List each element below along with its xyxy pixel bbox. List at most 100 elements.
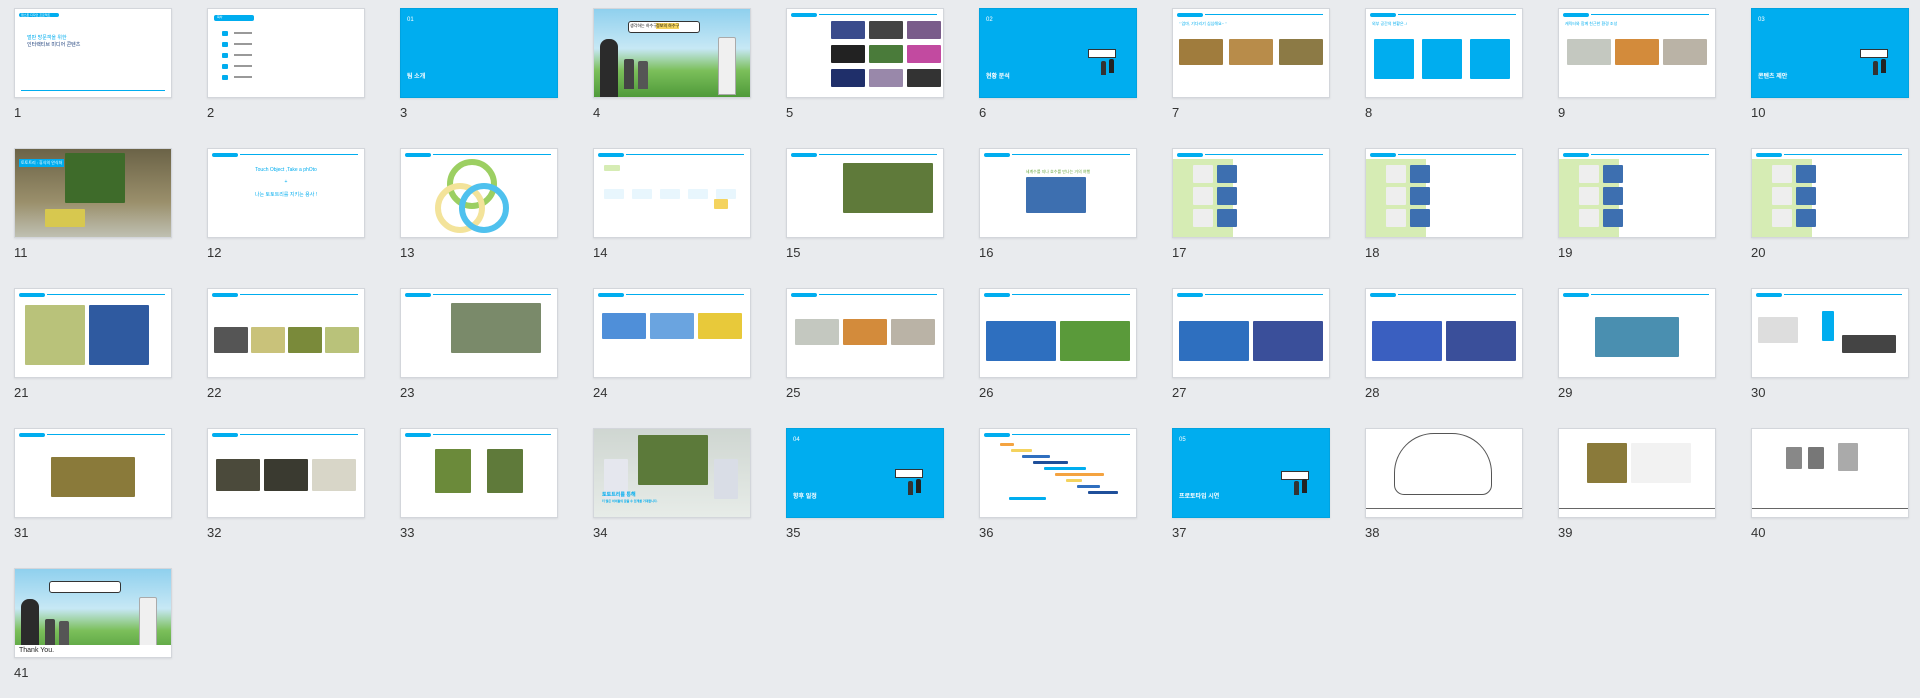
thumbnail-image xyxy=(986,321,1056,361)
thumbnail-image xyxy=(698,313,742,339)
character xyxy=(1873,61,1878,75)
slide-number: 7 xyxy=(1172,105,1180,120)
thumbnail-image xyxy=(604,165,620,171)
slide-number: 33 xyxy=(400,525,415,540)
thumbnail-image xyxy=(1044,467,1086,470)
slide-thumbnail[interactable]: " 엄마, 기다리기 심심해요~ " xyxy=(1172,8,1330,98)
thumbnail-image xyxy=(1808,447,1824,469)
thumbnail-image xyxy=(1842,335,1896,353)
thumbnail-image xyxy=(1410,209,1430,227)
slide-thumbnail[interactable]: 01 팀 소개 xyxy=(400,8,558,98)
slide-thumbnail[interactable] xyxy=(593,288,751,378)
slide-thumbnail[interactable] xyxy=(1751,288,1909,378)
slide-thumbnail[interactable]: 캡스톤 디자인 프로젝트 벌판 방문객을 위한 인터랙티브 미디어 콘텐츠 xyxy=(14,8,172,98)
slide-thumbnail[interactable] xyxy=(1365,148,1523,238)
header-line xyxy=(433,154,551,155)
slide-thumbnail[interactable]: 캐릭터와 함께 친근한 환경 조성 xyxy=(1558,8,1716,98)
slide-thumbnail[interactable] xyxy=(1558,428,1716,518)
slide-thumbnail[interactable]: Thank You. xyxy=(14,568,172,658)
slide-thumbnail-cell: 25 xyxy=(786,288,944,418)
slide-tag xyxy=(405,433,431,437)
slide-thumbnail-cell: 27 xyxy=(1172,288,1330,418)
header-line xyxy=(626,154,744,155)
slide-thumbnail[interactable]: 토토트리를 통해 더 많은 아이들의 꿈을 수 있게를 기대합니다. xyxy=(593,428,751,518)
slide-thumbnail[interactable]: 05 프로토타입 시연 xyxy=(1172,428,1330,518)
slide-thumbnail[interactable]: 02 현황 분석 xyxy=(979,8,1137,98)
slide-thumbnail[interactable]: 03 콘텐츠 제안 xyxy=(1751,8,1909,98)
slide-thumbnail-cell: 20 xyxy=(1751,148,1909,278)
slide-thumbnail[interactable] xyxy=(14,428,172,518)
slide-thumbnail[interactable] xyxy=(1751,428,1909,518)
thumbnail-image xyxy=(1422,39,1462,79)
header-line xyxy=(1012,154,1130,155)
slide-text: 인터랙티브 미디어 콘텐츠 xyxy=(27,42,81,48)
character xyxy=(1881,59,1886,73)
slide-thumbnail[interactable] xyxy=(207,288,365,378)
slide-thumbnail[interactable] xyxy=(400,148,558,238)
slide-thumbnail[interactable]: Touch Object ,Take a phOto + 나는 토토트리를 지키는 … xyxy=(207,148,365,238)
thumbnail-image xyxy=(602,313,646,339)
thumbnail-image xyxy=(487,449,523,493)
thumbnail-image xyxy=(312,459,356,491)
slide-number: 35 xyxy=(786,525,801,540)
slide-thumbnail[interactable] xyxy=(593,148,751,238)
thumbnail-image xyxy=(45,209,85,227)
slide-tag xyxy=(405,293,431,297)
slide-thumbnail[interactable] xyxy=(400,428,558,518)
slide-tag xyxy=(598,293,624,297)
slide-number: 8 xyxy=(1365,105,1373,120)
slide-text: Thank You. xyxy=(15,645,171,657)
thumbnail-image xyxy=(1077,485,1100,488)
slide-thumbnail[interactable]: 생각하는 하수구 정보의 하수구 xyxy=(593,8,751,98)
thumbnail-image xyxy=(451,303,541,353)
slide-tag xyxy=(1563,293,1589,297)
slide-thumbnail-cell: 01 팀 소개 3 xyxy=(400,8,558,138)
slide-thumbnail[interactable] xyxy=(1172,148,1330,238)
slide-number: 6 xyxy=(979,105,987,120)
header-line xyxy=(1398,294,1516,295)
slide-thumbnail[interactable] xyxy=(786,148,944,238)
character xyxy=(1101,61,1106,75)
slide-thumbnail[interactable] xyxy=(979,428,1137,518)
slide-thumbnail[interactable]: 토토트리 : 휴식의 안식처 xyxy=(14,148,172,238)
thumbnail-image xyxy=(264,459,308,491)
slide-text: 캐릭터와 함께 친근한 환경 조성 xyxy=(1565,21,1618,26)
slide-thumbnail[interactable] xyxy=(979,288,1137,378)
thumbnail-image xyxy=(1884,317,1894,325)
slide-thumbnail[interactable] xyxy=(1365,428,1523,518)
header-line xyxy=(1205,154,1323,155)
slide-tag xyxy=(791,293,817,297)
slide-thumbnail[interactable] xyxy=(1751,148,1909,238)
slide-thumbnail-cell: 목차 2 xyxy=(207,8,365,138)
slide-thumbnail[interactable]: 세계수를 지나 호수를 만나는 거의 여행 xyxy=(979,148,1137,238)
slide-thumbnail[interactable]: 외부 공간의 현황은..! xyxy=(1365,8,1523,98)
slide-thumbnail-cell: 13 xyxy=(400,148,558,278)
slide-thumbnail[interactable] xyxy=(14,288,172,378)
slide-thumbnail[interactable] xyxy=(400,288,558,378)
thumbnail-image xyxy=(1055,473,1104,476)
thumbnail-image xyxy=(1193,165,1213,183)
slide-number: 13 xyxy=(400,245,415,260)
thumbnail-image xyxy=(216,459,260,491)
thumbnail-image xyxy=(632,189,652,199)
slide-thumbnail[interactable] xyxy=(786,288,944,378)
section-number: 02 xyxy=(986,17,993,23)
thumbnail-image xyxy=(1603,165,1623,183)
slide-number: 1 xyxy=(14,105,22,120)
slide-thumbnail[interactable] xyxy=(1365,288,1523,378)
slide-thumbnail-cell: 30 xyxy=(1751,288,1909,418)
slide-text: 목차 xyxy=(217,15,223,19)
slide-thumbnail[interactable] xyxy=(1172,288,1330,378)
thumbnail-image xyxy=(869,69,903,87)
slide-thumbnail[interactable] xyxy=(1558,148,1716,238)
thumbnail-image xyxy=(1193,209,1213,227)
slide-thumbnail[interactable]: 목차 xyxy=(207,8,365,98)
slide-thumbnail[interactable]: 04 향후 일정 xyxy=(786,428,944,518)
slide-thumbnail[interactable] xyxy=(1558,288,1716,378)
thumbnail-image xyxy=(65,153,125,203)
slide-thumbnail-cell: Touch Object ,Take a phOto + 나는 토토트리를 지키는 … xyxy=(207,148,365,278)
slide-thumbnail[interactable] xyxy=(207,428,365,518)
thumbnail-image xyxy=(1470,39,1510,79)
thumbnail-image xyxy=(650,313,694,339)
slide-thumbnail[interactable] xyxy=(786,8,944,98)
